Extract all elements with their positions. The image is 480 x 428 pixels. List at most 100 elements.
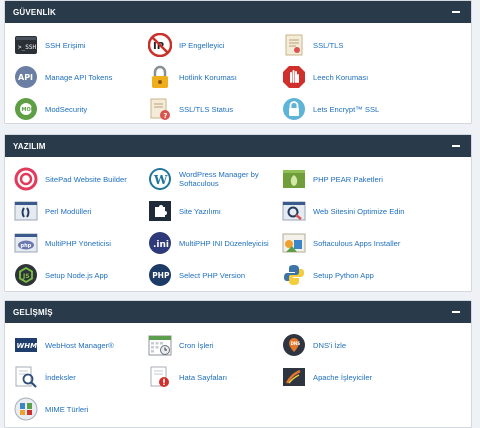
item-label: Setup Python App xyxy=(313,270,374,280)
item-label: Hata Sayfaları xyxy=(179,372,228,382)
svg-text:MOD: MOD xyxy=(22,107,35,113)
svg-text:API: API xyxy=(18,73,33,82)
item-ip-blocker[interactable]: IP IP Engelleyici xyxy=(148,29,282,61)
padlock-icon xyxy=(148,65,172,89)
hand-stop-icon xyxy=(282,65,306,89)
item-setup-nodejs[interactable]: JS Setup Node.js App xyxy=(14,259,148,291)
panel-header-security[interactable]: GÜVENLİK xyxy=(5,1,471,23)
svg-text:php: php xyxy=(21,243,32,249)
certificate-warning-icon: ? xyxy=(148,97,172,121)
collapse-icon[interactable] xyxy=(451,7,461,17)
item-cron-jobs[interactable]: Cron İşleri xyxy=(148,329,282,361)
collapse-icon[interactable] xyxy=(451,307,461,317)
python-icon xyxy=(282,263,306,287)
item-select-php[interactable]: PHP Select PHP Version xyxy=(148,259,282,291)
item-multiphp-manager[interactable]: php MultiPHP Yöneticisi xyxy=(14,227,148,259)
item-label: Manage API Tokens xyxy=(45,72,113,82)
terminal-icon: >_SSH xyxy=(14,33,38,57)
item-label: Setup Node.js App xyxy=(45,270,108,280)
svg-text:DNS: DNS xyxy=(291,341,301,346)
item-label: DNS'i İzle xyxy=(313,340,347,350)
item-label: SSL/TLS Status xyxy=(179,104,234,114)
item-modsecurity[interactable]: MOD ModSecurity xyxy=(14,93,148,125)
optimize-icon xyxy=(282,199,306,223)
certificate-icon xyxy=(282,33,306,57)
panel-header-advanced[interactable]: GELİŞMİŞ xyxy=(5,301,471,323)
lets-encrypt-icon xyxy=(282,97,306,121)
item-ssl-tls[interactable]: SSL/TLS xyxy=(282,29,416,61)
svg-text:WHM: WHM xyxy=(17,342,38,350)
apache-handler-icon xyxy=(282,365,306,389)
item-softaculous[interactable]: Softaculous Apps Installer xyxy=(282,227,416,259)
section-title: GÜVENLİK xyxy=(13,7,56,17)
item-label: İndeksler xyxy=(45,372,76,382)
item-label: ModSecurity xyxy=(45,104,88,114)
item-label: Lets Encrypt™ SSL xyxy=(313,104,380,114)
dns-icon: DNS xyxy=(282,333,306,357)
item-site-software[interactable]: Site Yazılımı xyxy=(148,195,282,227)
panel-security: GÜVENLİK >_SSH SSH Erişimi IP IP Engelle… xyxy=(4,0,472,124)
item-label: MIME Türleri xyxy=(45,404,89,414)
item-track-dns[interactable]: DNS DNS'i İzle xyxy=(282,329,416,361)
item-label: SitePad Website Builder xyxy=(45,174,127,184)
item-label: Site Yazılımı xyxy=(179,206,221,216)
modsecurity-icon: MOD xyxy=(14,97,38,121)
panel-header-software[interactable]: YAZILIM xyxy=(5,135,471,157)
item-ssl-tls-status[interactable]: ? SSL/TLS Status xyxy=(148,93,282,125)
item-php-pear[interactable]: PHP PEAR Paketleri xyxy=(282,163,416,195)
sitepad-icon xyxy=(14,167,38,191)
section-title: YAZILIM xyxy=(13,141,46,151)
item-ssh-access[interactable]: >_SSH SSH Erişimi xyxy=(14,29,148,61)
index-search-icon xyxy=(14,365,38,389)
puzzle-icon xyxy=(148,199,172,223)
whm-icon: WHM xyxy=(14,333,38,357)
item-leech-protection[interactable]: Leech Koruması xyxy=(282,61,416,93)
item-wordpress-manager[interactable]: W WordPress Manager by Softaculous xyxy=(148,163,282,195)
item-label: Apache İşleyiciler xyxy=(313,372,373,382)
item-webhost-manager[interactable]: WHM WebHost Manager® xyxy=(14,329,148,361)
svg-text:?: ? xyxy=(163,112,167,120)
error-page-icon xyxy=(148,365,172,389)
ip-blocker-icon: IP xyxy=(148,33,172,57)
php-icon: PHP xyxy=(148,263,172,287)
svg-text:PHP: PHP xyxy=(152,271,170,280)
item-label: Select PHP Version xyxy=(179,270,246,280)
item-label: WebHost Manager® xyxy=(45,340,114,350)
svg-text:>_SSH: >_SSH xyxy=(18,44,36,51)
item-label: IP Engelleyici xyxy=(179,40,225,50)
mime-icon xyxy=(14,397,38,421)
item-label: Leech Koruması xyxy=(313,72,369,82)
item-error-pages[interactable]: Hata Sayfaları xyxy=(148,361,282,393)
item-label: MultiPHP Yöneticisi xyxy=(45,238,111,248)
item-label: SSH Erişimi xyxy=(45,40,86,50)
item-optimize-website[interactable]: Web Sitesini Optimize Edin xyxy=(282,195,416,227)
calendar-icon xyxy=(148,333,172,357)
item-indexes[interactable]: İndeksler xyxy=(14,361,148,393)
item-lets-encrypt[interactable]: Lets Encrypt™ SSL xyxy=(282,93,416,125)
item-hotlink-protection[interactable]: Hotlink Koruması xyxy=(148,61,282,93)
item-label: Hotlink Koruması xyxy=(179,72,237,82)
item-label: PHP PEAR Paketleri xyxy=(313,174,383,184)
item-api-tokens[interactable]: API Manage API Tokens xyxy=(14,61,148,93)
nodejs-icon: JS xyxy=(14,263,38,287)
svg-text:JS: JS xyxy=(22,273,30,280)
panel-software: YAZILIM SitePad Website Builder W WordPr… xyxy=(4,134,472,292)
item-setup-python[interactable]: Setup Python App xyxy=(282,259,416,291)
panel-advanced: GELİŞMİŞ WHM WebHost Manager® Cron İşler… xyxy=(4,300,472,428)
perl-icon xyxy=(14,199,38,223)
item-multiphp-ini-editor[interactable]: .ini MultiPHP INI Düzenleyicisi xyxy=(148,227,282,259)
ini-icon: .ini xyxy=(148,231,172,255)
item-label: WordPress Manager by Softaculous xyxy=(179,170,259,188)
item-label: SSL/TLS xyxy=(313,40,344,50)
item-mime-types[interactable]: MIME Türleri xyxy=(14,393,148,425)
item-apache-handlers[interactable]: Apache İşleyiciler xyxy=(282,361,416,393)
item-label: MultiPHP INI Düzenleyicisi xyxy=(179,238,269,248)
svg-text:.ini: .ini xyxy=(153,240,169,250)
item-perl-modules[interactable]: Perl Modülleri xyxy=(14,195,148,227)
item-label: Perl Modülleri xyxy=(45,206,92,216)
pear-icon xyxy=(282,167,306,191)
item-sitepad[interactable]: SitePad Website Builder xyxy=(14,163,148,195)
section-title: GELİŞMİŞ xyxy=(13,307,53,317)
collapse-icon[interactable] xyxy=(451,141,461,151)
item-label: Web Sitesini Optimize Edin xyxy=(313,206,405,216)
